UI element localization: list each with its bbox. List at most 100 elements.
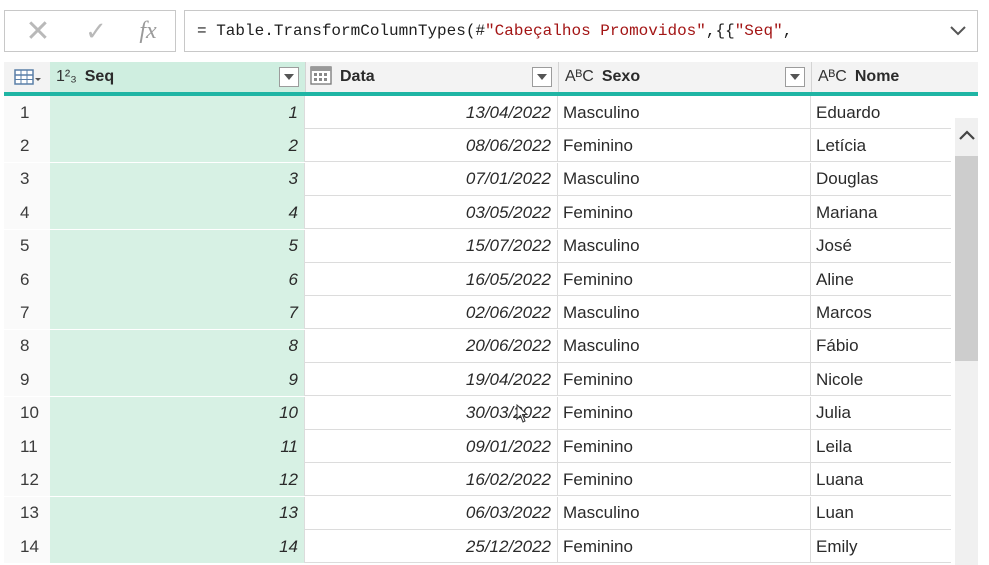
row-number: 13 (4, 496, 50, 530)
cell-sexo[interactable]: Masculino (558, 329, 811, 363)
table-row[interactable]: 1 1 13/04/2022 Masculino Eduardo (4, 96, 951, 129)
cell-seq[interactable]: 8 (50, 329, 305, 363)
cell-sexo[interactable]: Masculino (558, 496, 811, 530)
cell-sexo[interactable]: Feminino (558, 129, 811, 163)
cell-sexo[interactable]: Feminino (558, 430, 811, 463)
cell-nome[interactable]: Fábio (811, 330, 951, 363)
scrollbar-thumb[interactable] (955, 156, 978, 361)
cell-data[interactable]: 16/02/2022 (305, 463, 558, 497)
cell-nome[interactable]: Luan (811, 497, 951, 530)
fx-icon[interactable]: fx (133, 15, 163, 47)
cell-nome[interactable]: Eduardo (811, 96, 951, 129)
cancel-icon[interactable]: ✕ (23, 15, 53, 48)
cell-sexo[interactable]: Masculino (558, 96, 811, 129)
cell-nome[interactable]: Aline (811, 263, 951, 296)
cell-sexo[interactable]: Masculino (558, 229, 811, 263)
cell-data[interactable]: 02/06/2022 (305, 296, 558, 330)
row-number: 1 (4, 96, 50, 129)
formula-input[interactable]: = Table.TransformColumnTypes(#"Cabeçalho… (184, 10, 978, 52)
table-row[interactable]: 6 6 16/05/2022 Feminino Aline (4, 263, 951, 296)
table-row[interactable]: 14 14 25/12/2022 Feminino Emily (4, 530, 951, 564)
table-row[interactable]: 13 13 06/03/2022 Masculino Luan (4, 496, 951, 530)
chevron-down-icon[interactable] (947, 21, 969, 41)
cell-nome[interactable]: Mariana (811, 196, 951, 229)
cell-data[interactable]: 09/01/2022 (305, 430, 558, 463)
row-number: 14 (4, 530, 50, 564)
cell-nome[interactable]: Julia (811, 397, 951, 430)
column-header-seq[interactable]: 1²₃ Seq (50, 62, 305, 92)
column-header-data[interactable]: Data (306, 62, 558, 92)
confirm-icon[interactable]: ✓ (81, 15, 111, 47)
cell-sexo[interactable]: Feminino (558, 530, 811, 564)
cell-seq[interactable]: 9 (50, 363, 305, 397)
table-row[interactable]: 3 3 07/01/2022 Masculino Douglas (4, 162, 951, 196)
table-row[interactable]: 11 11 09/01/2022 Feminino Leila (4, 430, 951, 463)
cell-nome[interactable]: Letícia (811, 129, 951, 162)
row-number: 6 (4, 263, 50, 296)
row-number: 5 (4, 229, 50, 263)
column-header-sexo[interactable]: AᴮC Sexo (559, 62, 811, 92)
table-row[interactable]: 2 2 08/06/2022 Feminino Letícia (4, 129, 951, 163)
table-row[interactable]: 12 12 16/02/2022 Feminino Luana (4, 463, 951, 497)
calendar-icon[interactable] (310, 65, 332, 90)
cell-sexo[interactable]: Masculino (558, 296, 811, 330)
whole-number-type-icon[interactable]: 1²₃ (56, 68, 77, 86)
row-number: 3 (4, 162, 50, 196)
cell-nome[interactable]: Douglas (811, 163, 951, 196)
cell-seq[interactable]: 6 (50, 263, 305, 296)
cell-nome[interactable]: Emily (811, 530, 951, 563)
row-number: 10 (4, 396, 50, 430)
table-row[interactable]: 4 4 03/05/2022 Feminino Mariana (4, 196, 951, 230)
cell-data[interactable]: 13/04/2022 (305, 96, 558, 129)
cell-nome[interactable]: Leila (811, 430, 951, 463)
cell-nome[interactable]: Marcos (811, 296, 951, 329)
text-type-icon[interactable]: AᴮC (818, 68, 847, 86)
column-header-nome[interactable]: AᴮC Nome (812, 62, 978, 92)
filter-dropdown-button[interactable] (785, 67, 805, 87)
row-number: 11 (4, 430, 50, 463)
cell-sexo[interactable]: Feminino (558, 463, 811, 497)
table-row[interactable]: 9 9 19/04/2022 Feminino Nicole (4, 363, 951, 397)
table-row[interactable]: 5 5 15/07/2022 Masculino José (4, 229, 951, 263)
row-number: 7 (4, 296, 50, 330)
cell-seq[interactable]: 14 (50, 530, 305, 564)
cell-seq[interactable]: 11 (50, 430, 305, 463)
cell-nome[interactable]: Luana (811, 463, 951, 496)
cell-seq[interactable]: 12 (50, 463, 305, 497)
row-number: 2 (4, 129, 50, 163)
cell-data[interactable]: 03/05/2022 (305, 196, 558, 230)
cell-seq[interactable]: 7 (50, 296, 305, 330)
cell-data[interactable]: 19/04/2022 (305, 363, 558, 397)
cell-seq[interactable]: 4 (50, 196, 305, 230)
cell-sexo[interactable]: Feminino (558, 196, 811, 230)
cell-seq[interactable]: 2 (50, 129, 305, 163)
cell-sexo[interactable]: Masculino (558, 162, 811, 196)
cell-sexo[interactable]: Feminino (558, 396, 811, 430)
cell-nome[interactable]: Nicole (811, 363, 951, 396)
cell-seq[interactable]: 5 (50, 229, 305, 263)
cell-data[interactable]: 20/06/2022 (305, 329, 558, 363)
cell-data[interactable]: 15/07/2022 (305, 229, 558, 263)
cell-seq[interactable]: 1 (50, 96, 305, 129)
vertical-scrollbar[interactable] (955, 118, 978, 565)
cell-seq[interactable]: 10 (50, 396, 305, 430)
table-row[interactable]: 7 7 02/06/2022 Masculino Marcos (4, 296, 951, 330)
table-menu-icon[interactable] (4, 62, 50, 92)
filter-dropdown-button[interactable] (532, 67, 552, 87)
text-type-icon[interactable]: AᴮC (565, 68, 594, 86)
cell-sexo[interactable]: Feminino (558, 263, 811, 296)
table-row[interactable]: 10 10 30/03/2022 Feminino Julia (4, 396, 951, 430)
filter-dropdown-button[interactable] (279, 67, 299, 87)
cell-data[interactable]: 07/01/2022 (305, 162, 558, 196)
formula-string: "Cabeçalhos Promovidos" (485, 22, 706, 40)
scroll-up-icon[interactable] (957, 126, 977, 144)
table-row[interactable]: 8 8 20/06/2022 Masculino Fábio (4, 329, 951, 363)
cell-nome[interactable]: José (811, 230, 951, 263)
cell-data[interactable]: 25/12/2022 (305, 530, 558, 564)
cell-data[interactable]: 16/05/2022 (305, 263, 558, 296)
cell-data[interactable]: 06/03/2022 (305, 496, 558, 530)
cell-seq[interactable]: 13 (50, 496, 305, 530)
cell-sexo[interactable]: Feminino (558, 363, 811, 397)
cell-seq[interactable]: 3 (50, 162, 305, 196)
cell-data[interactable]: 08/06/2022 (305, 129, 558, 163)
